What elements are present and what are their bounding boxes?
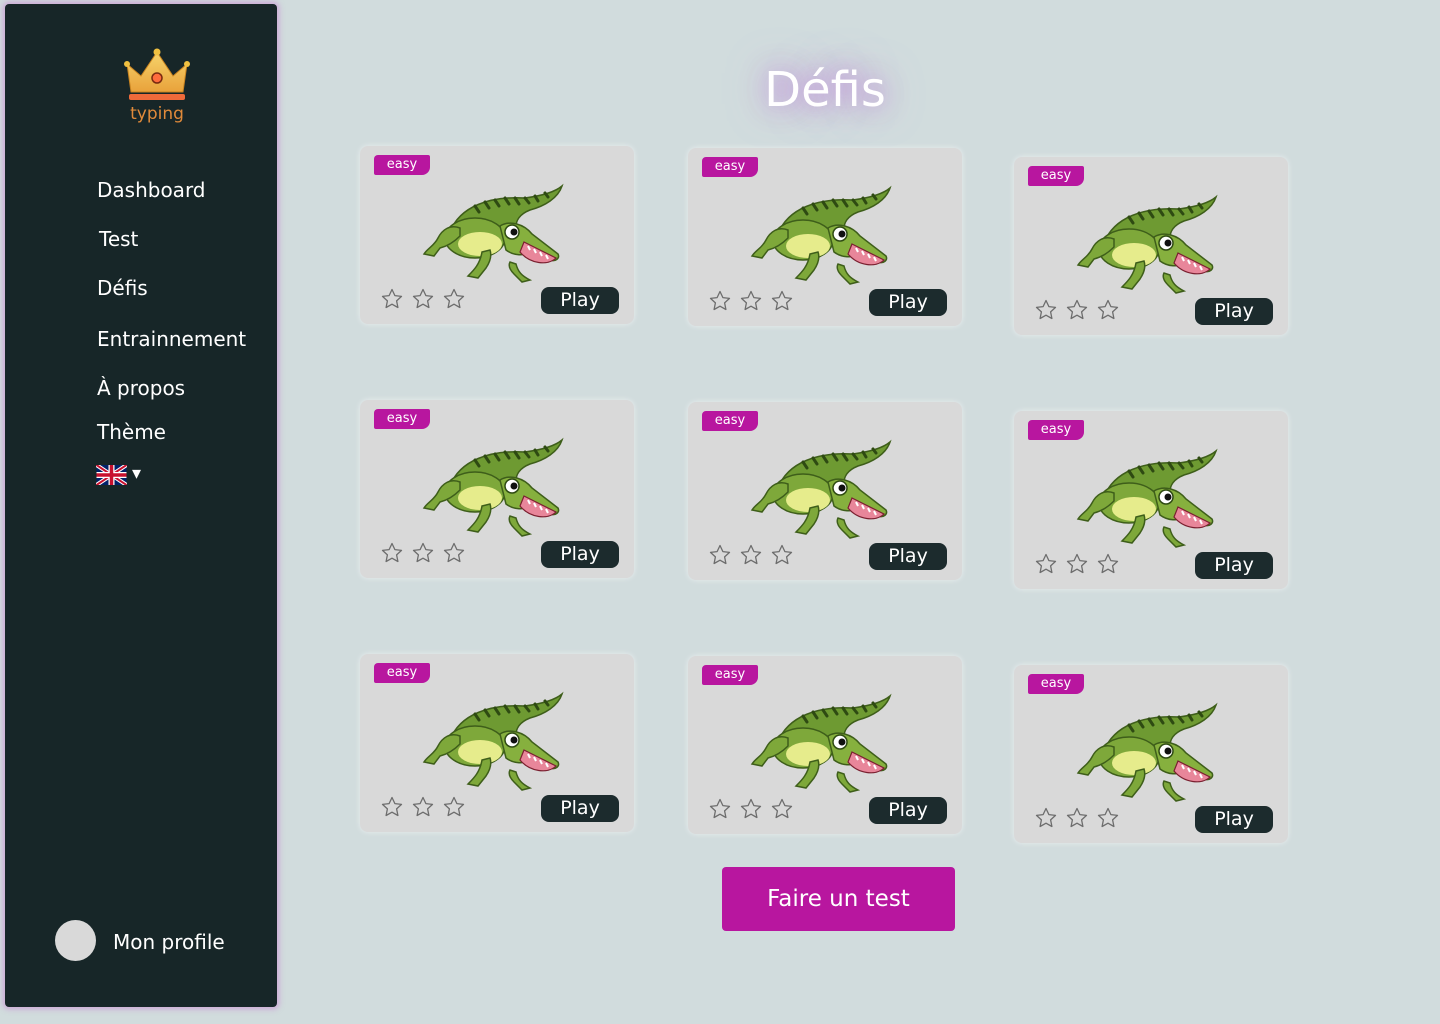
difficulty-badge: easy: [374, 663, 430, 683]
crocodile-illustration: [420, 430, 564, 538]
star-outline-icon: [708, 543, 734, 569]
crocodile-illustration: [748, 178, 892, 286]
star-outline-icon: [770, 289, 796, 315]
crocodile-illustration: [748, 432, 892, 540]
star-outline-icon: [1034, 806, 1060, 832]
star-outline-icon: [739, 289, 765, 315]
sidebar-item-entrainnement[interactable]: Entrainnement: [97, 327, 246, 351]
uk-flag-icon: [96, 465, 127, 485]
sidebar-item-theme[interactable]: Thème: [97, 420, 166, 444]
star-outline-icon: [1034, 298, 1060, 324]
play-button[interactable]: Play: [1195, 806, 1273, 833]
challenge-card: easy Play: [360, 400, 634, 578]
language-selector[interactable]: ▾: [96, 463, 152, 489]
star-outline-icon: [708, 797, 734, 823]
challenge-card: easy Play: [688, 402, 962, 580]
star-outline-icon: [770, 543, 796, 569]
difficulty-badge: easy: [374, 409, 430, 429]
challenge-card: easy Play: [1014, 411, 1288, 589]
play-button[interactable]: Play: [869, 543, 947, 570]
sidebar-item-test[interactable]: Test: [99, 227, 138, 251]
challenge-card: easy Play: [360, 146, 634, 324]
crocodile-illustration: [420, 684, 564, 792]
chevron-down-icon: ▾: [132, 463, 142, 484]
play-button[interactable]: Play: [869, 289, 947, 316]
star-outline-icon: [380, 287, 406, 313]
star-outline-icon: [442, 541, 468, 567]
crocodile-illustration: [1074, 695, 1218, 803]
star-rating: [708, 797, 798, 823]
crocodile-illustration: [748, 686, 892, 794]
star-outline-icon: [380, 541, 406, 567]
difficulty-badge: easy: [1028, 166, 1084, 186]
play-button[interactable]: Play: [1195, 298, 1273, 325]
challenge-card: easy Play: [1014, 665, 1288, 843]
star-outline-icon: [708, 289, 734, 315]
difficulty-badge: easy: [702, 411, 758, 431]
star-rating: [1034, 298, 1124, 324]
star-outline-icon: [411, 287, 437, 313]
star-rating: [1034, 806, 1124, 832]
star-outline-icon: [1065, 806, 1091, 832]
avatar: [55, 920, 96, 961]
brand-logo[interactable]: typing: [123, 48, 191, 128]
star-outline-icon: [1065, 552, 1091, 578]
star-outline-icon: [442, 795, 468, 821]
challenge-card: easy Play: [360, 654, 634, 832]
star-outline-icon: [1096, 806, 1122, 832]
star-rating: [708, 543, 798, 569]
star-outline-icon: [1065, 298, 1091, 324]
challenge-card: easy Play: [688, 656, 962, 834]
page-title: Défis: [764, 62, 886, 118]
profile-label: Mon profile: [113, 930, 225, 954]
logo-text: typing: [130, 104, 184, 124]
play-button[interactable]: Play: [869, 797, 947, 824]
difficulty-badge: easy: [702, 157, 758, 177]
star-outline-icon: [380, 795, 406, 821]
crown-icon: [124, 48, 190, 100]
play-button[interactable]: Play: [541, 795, 619, 822]
star-outline-icon: [411, 795, 437, 821]
sidebar-item-a-propos[interactable]: À propos: [97, 376, 185, 400]
sidebar-item-defis[interactable]: Défis: [97, 276, 148, 300]
difficulty-badge: easy: [1028, 420, 1084, 440]
difficulty-badge: easy: [374, 155, 430, 175]
star-rating: [380, 795, 470, 821]
play-button[interactable]: Play: [1195, 552, 1273, 579]
difficulty-badge: easy: [702, 665, 758, 685]
star-outline-icon: [739, 543, 765, 569]
sidebar-item-dashboard[interactable]: Dashboard: [97, 178, 206, 202]
challenge-card: easy Play: [688, 148, 962, 326]
star-rating: [380, 287, 470, 313]
crocodile-illustration: [1074, 187, 1218, 295]
profile-link[interactable]: Mon profile: [55, 920, 255, 962]
star-outline-icon: [442, 287, 468, 313]
star-rating: [708, 289, 798, 315]
star-rating: [380, 541, 470, 567]
star-outline-icon: [770, 797, 796, 823]
play-button[interactable]: Play: [541, 541, 619, 568]
star-outline-icon: [1034, 552, 1060, 578]
sidebar: typing Dashboard Test Défis Entrainnemen…: [5, 4, 277, 1007]
crocodile-illustration: [1074, 441, 1218, 549]
star-outline-icon: [1096, 298, 1122, 324]
difficulty-badge: easy: [1028, 674, 1084, 694]
star-outline-icon: [1096, 552, 1122, 578]
star-rating: [1034, 552, 1124, 578]
star-outline-icon: [739, 797, 765, 823]
take-test-button[interactable]: Faire un test: [722, 867, 955, 931]
star-outline-icon: [411, 541, 437, 567]
crocodile-illustration: [420, 176, 564, 284]
challenge-card: easy Play: [1014, 157, 1288, 335]
play-button[interactable]: Play: [541, 287, 619, 314]
